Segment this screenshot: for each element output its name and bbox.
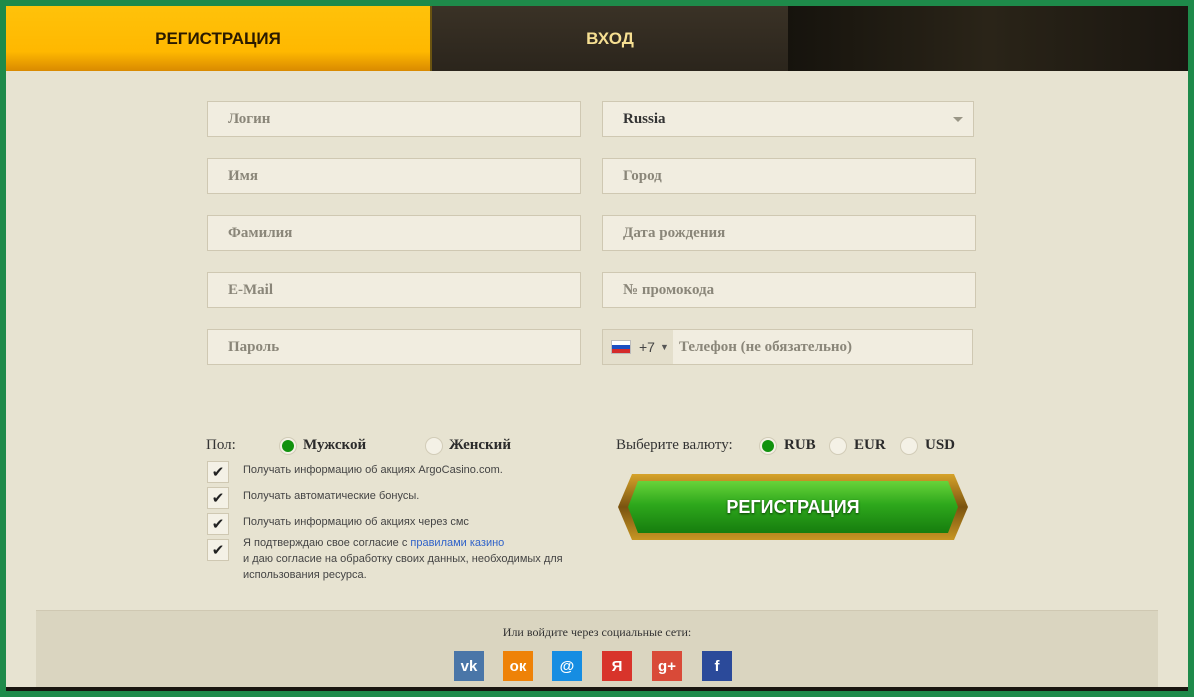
mailru-icon[interactable]: @ — [552, 651, 582, 681]
name-field[interactable]: Имя — [207, 158, 581, 194]
registration-panel: РЕГИСТРАЦИЯ ВХОД Логин Имя Фамилия E-Mai… — [6, 6, 1188, 691]
password-placeholder: Пароль — [228, 338, 280, 355]
russia-flag-icon — [611, 340, 631, 354]
surname-field[interactable]: Фамилия — [207, 215, 581, 251]
currency-eur-label[interactable]: EUR — [854, 437, 886, 454]
facebook-icon-glyph: f — [714, 657, 720, 675]
gender-male-label[interactable]: Мужской — [303, 437, 366, 454]
promo-code-field[interactable]: № промокода — [602, 272, 976, 308]
phone-country-code-select[interactable]: +7 ▼ — [603, 330, 673, 364]
yandex-icon[interactable]: Я — [602, 651, 632, 681]
phone-prefix-value: +7 — [639, 339, 655, 355]
city-field[interactable]: Город — [602, 158, 976, 194]
currency-eur-radio[interactable] — [829, 437, 847, 455]
country-select[interactable]: Russia — [602, 101, 974, 137]
chevron-down-icon — [953, 117, 963, 122]
register-button-label[interactable]: РЕГИСТРАЦИЯ — [628, 481, 958, 533]
promo-code-placeholder: № промокода — [623, 281, 715, 298]
birthdate-placeholder: Дата рождения — [623, 224, 726, 241]
odnoklassniki-icon[interactable]: ок — [503, 651, 533, 681]
terms-text-before: Я подтверждаю свое согласие с — [243, 537, 411, 549]
bottom-border — [6, 687, 1188, 691]
currency-rub-label[interactable]: RUB — [784, 437, 816, 454]
caret-down-icon: ▼ — [659, 342, 669, 352]
vk-icon[interactable]: vk — [454, 651, 484, 681]
tab-login[interactable]: ВХОД — [432, 6, 788, 71]
currency-usd-radio[interactable] — [900, 437, 918, 455]
phone-field[interactable]: +7 ▼ Телефон (не обязательно) — [602, 329, 973, 365]
currency-usd-label[interactable]: USD — [925, 437, 955, 454]
email-field[interactable]: E-Mail — [207, 272, 581, 308]
phone-placeholder: Телефон (не обязательно) — [679, 338, 853, 355]
checkbox-auto-bonuses[interactable]: ✔ — [207, 487, 229, 509]
tab-bar: РЕГИСТРАЦИЯ ВХОД — [6, 6, 1188, 71]
terms-text-after: и даю согласие на обработку своих данных… — [243, 553, 563, 581]
email-placeholder: E-Mail — [228, 281, 273, 298]
google-plus-icon[interactable]: g+ — [652, 651, 682, 681]
yandex-icon-glyph: Я — [611, 657, 623, 675]
casino-rules-link[interactable]: правилами казино — [410, 537, 504, 549]
currency-rub-radio[interactable] — [759, 437, 777, 455]
checkbox-auto-bonuses-label: Получать автоматические бонусы. — [243, 490, 420, 502]
checkbox-terms-label: Я подтверждаю свое согласие с правилами … — [243, 535, 573, 583]
social-login-panel: Или войдите через социальные сети: vk ок… — [36, 610, 1158, 691]
login-field[interactable]: Логин — [207, 101, 581, 137]
name-placeholder: Имя — [228, 167, 258, 184]
country-value: Russia — [623, 110, 666, 127]
password-field[interactable]: Пароль — [207, 329, 581, 365]
checkbox-promo-email-label: Получать информацию об акциях ArgoCasino… — [243, 464, 503, 476]
gender-female-radio[interactable] — [425, 437, 443, 455]
checkbox-promo-sms-label: Получать информацию об акциях через смс — [243, 516, 469, 528]
gender-label: Пол: — [206, 437, 236, 453]
checkbox-promo-email[interactable]: ✔ — [207, 461, 229, 483]
checkbox-promo-sms[interactable]: ✔ — [207, 513, 229, 535]
mailru-icon-glyph: @ — [559, 657, 575, 675]
gender-male-radio[interactable] — [279, 437, 297, 455]
city-placeholder: Город — [623, 167, 662, 184]
register-button[interactable]: РЕГИСТРАЦИЯ — [618, 474, 968, 540]
login-placeholder: Логин — [228, 110, 271, 127]
header-decoration — [788, 6, 1188, 71]
currency-label: Выберите валюту: — [616, 437, 733, 453]
surname-placeholder: Фамилия — [228, 224, 293, 241]
tab-registration[interactable]: РЕГИСТРАЦИЯ — [6, 6, 432, 71]
birthdate-field[interactable]: Дата рождения — [602, 215, 976, 251]
gender-female-label[interactable]: Женский — [449, 437, 511, 454]
google-plus-icon-glyph: g+ — [658, 657, 676, 675]
social-login-title: Или войдите через социальные сети: — [502, 625, 692, 639]
odnoklassniki-icon-glyph: ок — [509, 657, 527, 675]
facebook-icon[interactable]: f — [702, 651, 732, 681]
checkbox-terms[interactable]: ✔ — [207, 539, 229, 561]
vk-icon-glyph: vk — [460, 657, 478, 675]
